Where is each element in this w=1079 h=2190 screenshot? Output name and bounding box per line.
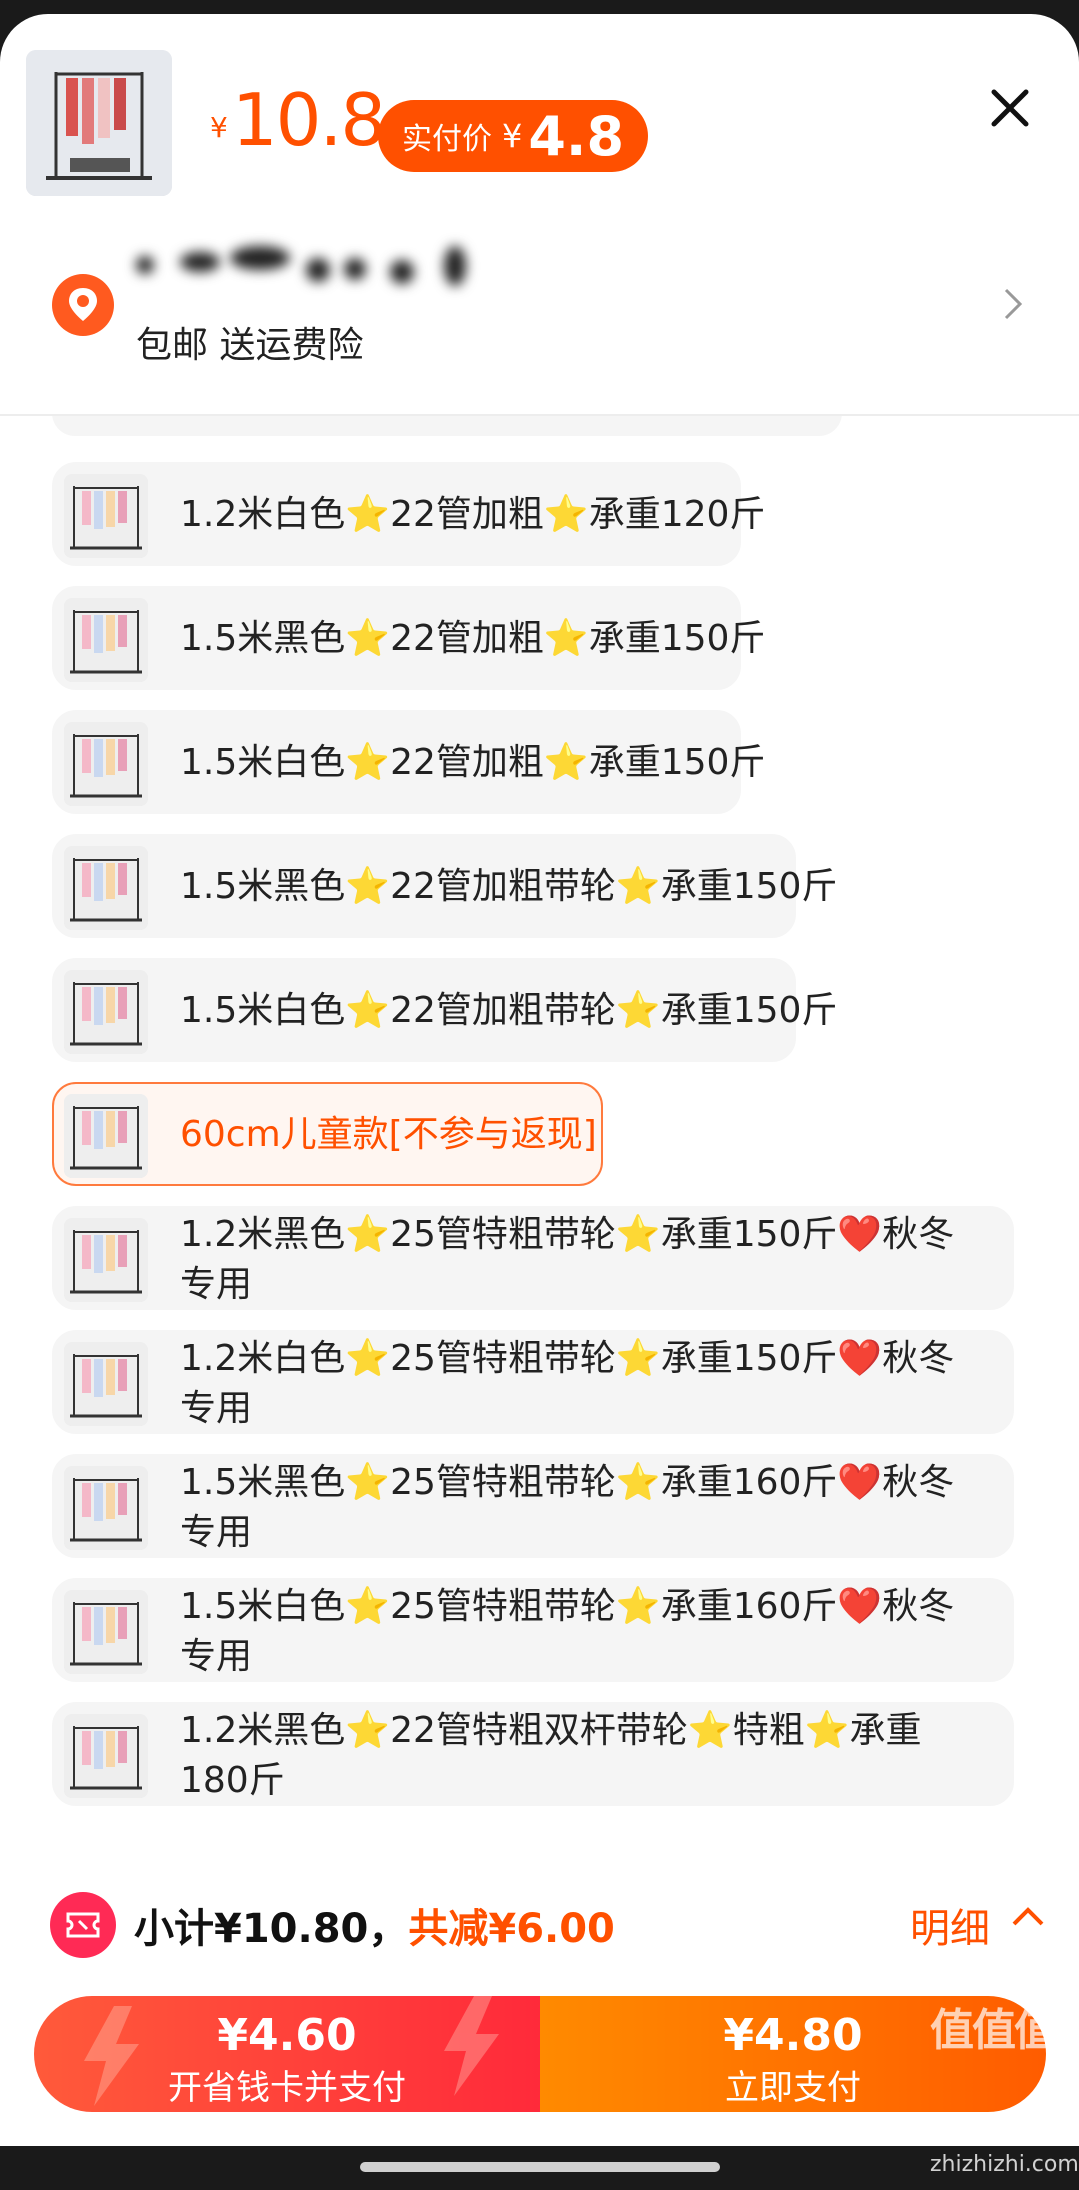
sku-option-thumbnail <box>64 1094 148 1178</box>
product-price: 10.8 <box>231 78 386 162</box>
watermark-logo: 值值值 <box>930 2005 1058 2056</box>
sku-option-thumbnail <box>64 970 148 1054</box>
price-row: ¥ 10.8 <box>210 78 386 162</box>
sku-option[interactable]: 1.5米黑色⭐22管加粗带轮⭐承重150斤 <box>52 834 837 938</box>
sku-option-label: 1.2米黑色⭐22管特粗双杆带轮⭐特粗⭐承重180斤 <box>180 1710 922 1801</box>
sku-selector-sheet: ¥ 10.8 实付价 ¥ 4.8 包邮 送运费险 1.2米白色⭐22管加粗⭐承重… <box>0 14 1079 2160</box>
shipping-info: 包邮 送运费险 <box>136 325 364 366</box>
coupon-ticket-icon <box>50 1892 116 1958</box>
home-indicator[interactable] <box>360 2162 720 2172</box>
real-price-yen: ¥ <box>502 117 523 155</box>
sku-option[interactable]: 1.5米黑色⭐22管加粗⭐承重150斤 <box>52 586 765 690</box>
close-button[interactable] <box>976 74 1044 142</box>
sku-option-thumbnail <box>64 1466 148 1550</box>
sku-option-label: 1.5米白色⭐22管加粗⭐承重150斤 <box>180 742 766 783</box>
sku-option[interactable]: 1.2米黑色⭐22管特粗双杆带轮⭐特粗⭐承重180斤 <box>52 1702 1014 1806</box>
sku-option[interactable]: 1.2米白色⭐25管特粗带轮⭐承重150斤❤️秋冬专用 <box>52 1330 1014 1434</box>
address-chevron-right-icon[interactable] <box>1002 286 1026 326</box>
subtotal-amount: 小计¥10.80， <box>134 1906 409 1952</box>
sku-option-thumbnail <box>64 722 148 806</box>
watermark-site: zhizhizhi.com <box>930 2152 1079 2177</box>
close-icon <box>991 89 1029 127</box>
subtotal-text: 小计¥10.80，共减¥6.00 <box>134 1896 615 1954</box>
detail-link[interactable]: 明细 <box>910 1896 990 1954</box>
sku-option-list[interactable]: 1.2米白色⭐22管加粗⭐承重120斤 1.5米黑色⭐22管加粗⭐承重150斤 1.… <box>0 416 1079 1840</box>
price-yen-symbol: ¥ <box>210 111 228 144</box>
discount-amount: 共减¥6.00 <box>408 1906 615 1952</box>
sku-option[interactable]: 1.2米白色⭐22管加粗⭐承重120斤 <box>52 462 765 566</box>
sku-option[interactable]: 1.5米白色⭐22管加粗⭐承重150斤 <box>52 710 765 814</box>
sku-option[interactable]: 1.5米白色⭐22管加粗带轮⭐承重150斤 <box>52 958 837 1062</box>
sku-option-label: 1.2米黑色⭐25管特粗带轮⭐承重150斤❤️秋冬专用 <box>180 1214 955 1305</box>
savings-pay-label: 开省钱卡并支付 <box>168 2068 406 2108</box>
sku-option-thumbnail <box>64 598 148 682</box>
pay-now-label: 立即支付 <box>725 2068 861 2108</box>
sku-option-label: 1.5米黑色⭐22管加粗⭐承重150斤 <box>180 618 766 659</box>
sku-option-label: 1.2米白色⭐25管特粗带轮⭐承重150斤❤️秋冬专用 <box>180 1338 955 1429</box>
sku-option-label: 1.2米白色⭐22管加粗⭐承重120斤 <box>180 494 766 535</box>
sku-option[interactable]: 1.2米黑色⭐25管特粗带轮⭐承重150斤❤️秋冬专用 <box>52 1206 1014 1310</box>
real-price-label: 实付价 <box>402 122 492 157</box>
blurred-address[interactable] <box>130 236 490 292</box>
chevron-up-icon[interactable] <box>1010 1902 1046 1934</box>
sku-option-label: 1.5米黑色⭐25管特粗带轮⭐承重160斤❤️秋冬专用 <box>180 1462 955 1553</box>
sku-option[interactable]: 1.5米黑色⭐25管特粗带轮⭐承重160斤❤️秋冬专用 <box>52 1454 1014 1558</box>
product-thumbnail[interactable] <box>26 50 172 196</box>
sku-option-label: 1.5米黑色⭐22管加粗带轮⭐承重150斤 <box>180 866 838 907</box>
payment-buttons: ¥4.60 开省钱卡并支付 ¥4.80 立即支付 <box>34 1996 1046 2112</box>
real-price-value: 4.8 <box>528 104 625 168</box>
option-partially-hidden[interactable] <box>52 416 842 436</box>
sku-option-label: 60cm儿童款[不参与返现] <box>180 1114 597 1155</box>
sku-option-thumbnail <box>64 1714 148 1798</box>
system-nav-area <box>0 2146 1079 2190</box>
sku-option-label: 1.5米白色⭐25管特粗带轮⭐承重160斤❤️秋冬专用 <box>180 1586 955 1677</box>
sku-option-label: 1.5米白色⭐22管加粗带轮⭐承重150斤 <box>180 990 838 1031</box>
sku-option-thumbnail <box>64 1342 148 1426</box>
sku-option-thumbnail <box>64 1218 148 1302</box>
savings-pay-amount: ¥4.60 <box>217 2010 357 2061</box>
sku-option-thumbnail <box>64 1590 148 1674</box>
location-pin-icon <box>52 274 114 336</box>
savings-card-pay-button[interactable]: ¥4.60 开省钱卡并支付 <box>34 1996 540 2112</box>
sku-option-thumbnail <box>64 474 148 558</box>
sku-option[interactable]: 1.5米白色⭐25管特粗带轮⭐承重160斤❤️秋冬专用 <box>52 1578 1014 1682</box>
sku-option[interactable]: 60cm儿童款[不参与返现] <box>52 1082 603 1186</box>
checkout-bar: 小计¥10.80，共减¥6.00 明细 ¥4.60 开省钱卡并支付 ¥4.80 … <box>0 1838 1079 2160</box>
sku-option-thumbnail <box>64 846 148 930</box>
real-price-badge: 实付价 ¥ 4.8 <box>378 100 649 172</box>
